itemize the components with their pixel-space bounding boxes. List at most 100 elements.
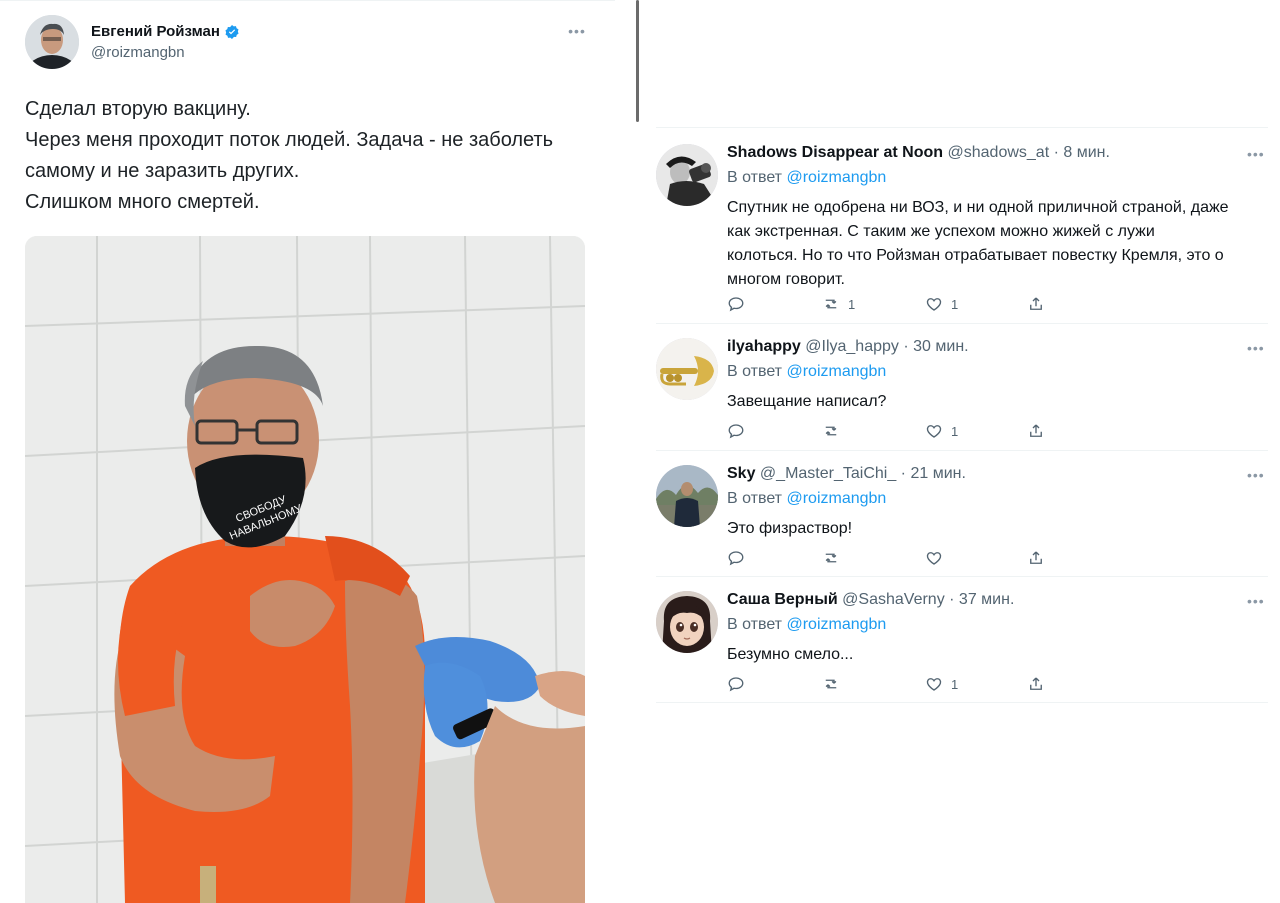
reply-text: Завещание написал? xyxy=(727,390,1267,414)
reply-to: В ответ @roizmangbn xyxy=(727,490,886,508)
reply-actions xyxy=(727,548,1067,568)
comment-icon xyxy=(728,677,744,692)
reply-button[interactable] xyxy=(727,294,753,314)
heart-icon xyxy=(926,678,942,691)
tweet-photo[interactable]: СВОБОДУ НАВАЛЬНОМУ xyxy=(25,236,585,903)
reply-author-name[interactable]: ilyahappy xyxy=(727,338,801,355)
reply-text: Это физраствор! xyxy=(727,517,1267,541)
more-icon[interactable]: ••• xyxy=(1247,340,1265,356)
like-button[interactable]: 1 xyxy=(925,421,958,441)
retweet-icon xyxy=(825,553,837,563)
tweet-line: самому и не заразить других. xyxy=(25,160,300,182)
comment-icon xyxy=(728,424,744,439)
author-avatar[interactable] xyxy=(25,15,79,69)
tweet-line: Сделал вторую вакцину. xyxy=(25,98,251,120)
author-handle[interactable]: @roizmangbn xyxy=(91,44,185,61)
twitter-screenshot-collage: Евгений Ройзман @roizmangbn ••• Сделал в… xyxy=(0,0,1280,903)
reply-avatar[interactable] xyxy=(656,144,718,206)
reply-to-prefix: В ответ xyxy=(727,616,783,633)
reply-author-handle[interactable]: @shadows_at xyxy=(948,144,1050,161)
more-icon[interactable]: ••• xyxy=(566,23,588,43)
reply-header: ilyahappy @Ilya_happy · 30 мин. xyxy=(727,338,969,356)
reply-avatar[interactable] xyxy=(656,338,718,400)
reply-text: Спутник не одобрена ни ВОЗ, и ни одной п… xyxy=(727,196,1267,292)
share-button[interactable] xyxy=(1027,548,1045,568)
like-button[interactable] xyxy=(925,548,951,568)
reply-author-name[interactable]: Саша Верный xyxy=(727,591,838,608)
reply-button[interactable] xyxy=(727,674,753,694)
tweet-text: Сделал вторую вакцину. Через меня проход… xyxy=(25,94,605,218)
reply-tweet[interactable]: Shadows Disappear at Noon @shadows_at · … xyxy=(656,127,1268,323)
reply-line: Завещание написал? xyxy=(727,393,887,410)
reply-author-handle[interactable]: @Ilya_happy xyxy=(805,338,899,355)
reply-time[interactable]: · 37 мин. xyxy=(949,591,1014,608)
retweet-button[interactable]: 1 xyxy=(822,294,855,314)
reply-author-name[interactable]: Shadows Disappear at Noon xyxy=(727,144,943,161)
divider xyxy=(656,702,1268,703)
share-button[interactable] xyxy=(1027,421,1045,441)
reply-time[interactable]: · 30 мин. xyxy=(903,338,968,355)
comment-icon xyxy=(728,297,744,312)
reply-tweet[interactable]: Саша Верный @SashaVerny · 37 мин. ••• В … xyxy=(656,576,1268,702)
like-count: 1 xyxy=(951,676,959,692)
reply-time[interactable]: · 8 мин. xyxy=(1054,144,1110,161)
reply-author-handle[interactable]: @SashaVerny xyxy=(842,591,945,608)
reply-line: как экстренная. С таким же успехом можно… xyxy=(727,223,1155,240)
like-button[interactable]: 1 xyxy=(925,294,958,314)
heart-icon xyxy=(926,298,942,311)
retweet-icon xyxy=(825,679,837,689)
reply-avatar[interactable] xyxy=(656,591,718,653)
reply-line: многом говорит. xyxy=(727,271,845,288)
reply-actions: 1 xyxy=(727,421,1067,441)
scrollbar[interactable] xyxy=(636,0,639,122)
separator xyxy=(615,0,627,903)
share-button[interactable] xyxy=(1027,674,1045,694)
more-icon[interactable]: ••• xyxy=(1247,467,1265,483)
tweet-line: Через меня проходит поток людей. Задача … xyxy=(25,129,554,151)
reply-line: Спутник не одобрена ни ВОЗ, и ни одной п… xyxy=(727,199,1229,216)
share-button[interactable] xyxy=(1027,294,1045,314)
reply-button[interactable] xyxy=(727,421,753,441)
like-button[interactable]: 1 xyxy=(925,674,958,694)
reply-button[interactable] xyxy=(727,548,753,568)
reply-to-prefix: В ответ xyxy=(727,490,783,507)
reply-author-handle[interactable]: @_Master_TaiChi_ xyxy=(760,465,896,482)
retweet-button[interactable] xyxy=(822,421,848,441)
tweet-line: Слишком много смертей. xyxy=(25,191,260,213)
reply-avatar[interactable] xyxy=(656,465,718,527)
verified-badge-icon xyxy=(225,24,239,39)
like-count: 1 xyxy=(951,296,959,312)
reply-author-name[interactable]: Sky xyxy=(727,465,755,482)
retweet-icon xyxy=(825,426,837,436)
reply-tweet[interactable]: ilyahappy @Ilya_happy · 30 мин. ••• В от… xyxy=(656,323,1268,450)
reply-to: В ответ @roizmangbn xyxy=(727,169,886,187)
divider xyxy=(0,0,615,1)
reply-line: Безумно смело... xyxy=(727,646,854,663)
share-icon xyxy=(1030,297,1042,310)
reply-to-mention[interactable]: @roizmangbn xyxy=(786,169,886,186)
reply-to-prefix: В ответ xyxy=(727,169,783,186)
retweet-icon xyxy=(825,299,837,309)
reply-to: В ответ @roizmangbn xyxy=(727,616,886,634)
reply-time[interactable]: · 21 мин. xyxy=(901,465,966,482)
reply-to-prefix: В ответ xyxy=(727,363,783,380)
comment-icon xyxy=(728,551,744,566)
reply-to-mention[interactable]: @roizmangbn xyxy=(786,490,886,507)
more-icon[interactable]: ••• xyxy=(1247,146,1265,162)
retweet-count: 1 xyxy=(848,296,856,312)
heart-icon xyxy=(926,552,942,565)
reply-to-mention[interactable]: @roizmangbn xyxy=(786,616,886,633)
reply-line: колоться. Но то что Ройзман отрабатывает… xyxy=(727,247,1224,264)
heart-icon xyxy=(926,425,942,438)
reply-text: Безумно смело... xyxy=(727,643,1267,667)
reply-tweet[interactable]: Sky @_Master_TaiChi_ · 21 мин. ••• В отв… xyxy=(656,450,1268,576)
retweet-button[interactable] xyxy=(822,548,848,568)
reply-to-mention[interactable]: @roizmangbn xyxy=(786,363,886,380)
reply-actions: 1 1 xyxy=(727,294,1067,314)
share-icon xyxy=(1030,551,1042,564)
retweet-button[interactable] xyxy=(822,674,848,694)
share-icon xyxy=(1030,677,1042,690)
reply-line: Это физраствор! xyxy=(727,520,853,537)
more-icon[interactable]: ••• xyxy=(1247,593,1265,609)
author-name[interactable]: Евгений Ройзман xyxy=(91,23,240,40)
